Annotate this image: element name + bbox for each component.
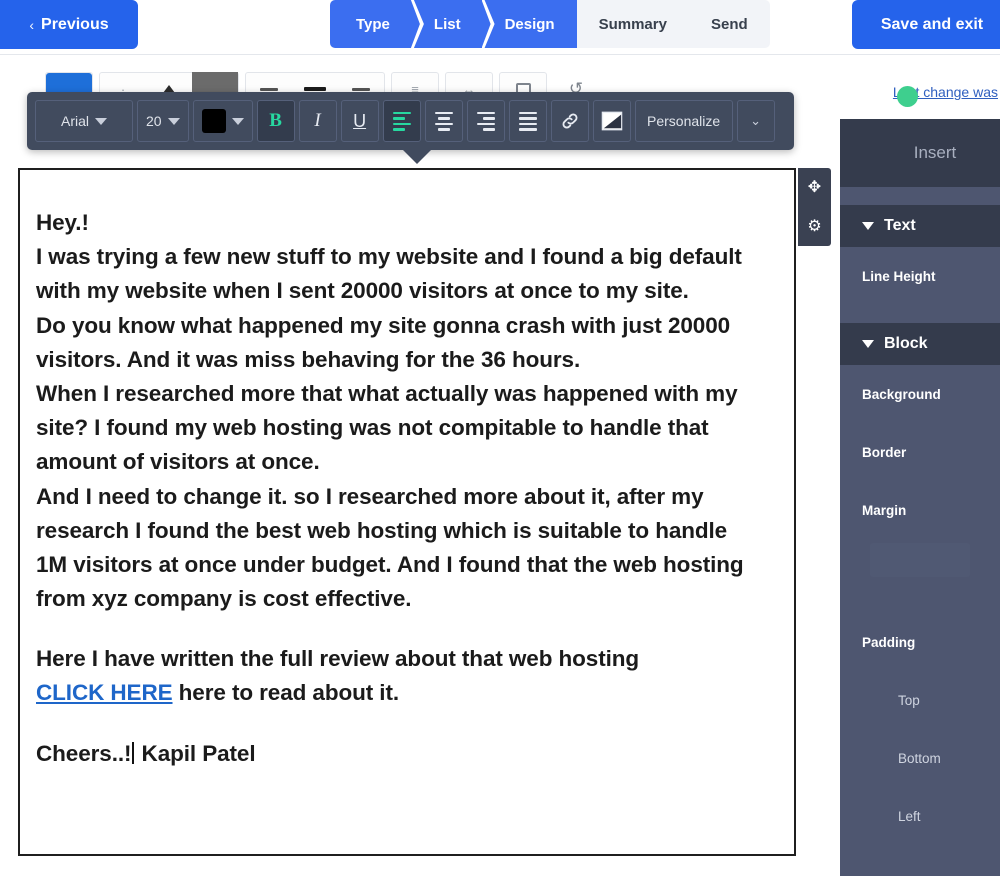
margin-control-placeholder[interactable] xyxy=(870,543,970,577)
email-line-review: Here I have written the full review abou… xyxy=(36,646,640,672)
text-color-picker[interactable] xyxy=(192,100,253,142)
block-tools-panel: ✥ ⚙ xyxy=(798,168,831,246)
section-block-header[interactable]: Block xyxy=(840,323,1000,365)
setting-border[interactable]: Border xyxy=(840,423,1000,481)
underline-icon: U xyxy=(353,110,367,131)
font-size-select[interactable]: 20 xyxy=(137,100,189,142)
email-body-text[interactable]: Hey.! I was trying a few new stuff to my… xyxy=(20,170,794,771)
email-line-1: I was trying a few new stuff to my websi… xyxy=(36,244,742,304)
right-settings-sidebar: Insert Text Line Height Block Background… xyxy=(840,119,1000,876)
email-line-4: And I need to change it. so I researched… xyxy=(36,483,744,612)
align-justify-icon xyxy=(518,111,537,131)
email-line-cta: CLICK HERE here to read about it. xyxy=(36,676,758,710)
underline-button[interactable]: U xyxy=(340,100,379,142)
step-summary[interactable]: Summary xyxy=(576,0,689,48)
wizard-steps: Type List Design Summary Send xyxy=(330,0,770,48)
chevron-down-icon xyxy=(862,340,874,348)
section-text-title: Text xyxy=(884,217,916,234)
previous-button-label: Previous xyxy=(41,15,109,33)
step-send-label: Send xyxy=(710,15,748,33)
link-icon xyxy=(562,113,578,129)
save-and-exit-label: Save and exit xyxy=(880,15,984,33)
chevron-down-icon xyxy=(231,117,244,125)
chevron-down-icon xyxy=(167,117,180,125)
email-line-3: When I researched more that what actuall… xyxy=(36,380,738,475)
section-text-header[interactable]: Text xyxy=(840,205,1000,247)
step-send[interactable]: Send xyxy=(688,0,770,48)
align-center-icon xyxy=(434,111,453,131)
signature-before: Cheers..! xyxy=(36,740,132,766)
block-settings-gear-icon[interactable]: ⚙ xyxy=(807,218,821,235)
cta-tail-text: here to read about it. xyxy=(172,680,399,706)
chevron-down-icon xyxy=(862,222,874,230)
chevron-left-icon: ‹ xyxy=(29,16,35,33)
setting-line-height[interactable]: Line Height xyxy=(840,247,1000,305)
bold-button[interactable]: B xyxy=(256,100,295,142)
setting-padding-top[interactable]: Top xyxy=(840,671,1000,729)
save-and-exit-button[interactable]: Save and exit xyxy=(852,0,1000,49)
step-design-label: Design xyxy=(504,15,555,33)
app-root: ‹ Previous Type List Design Summary Send… xyxy=(0,0,1000,876)
email-content-block[interactable]: Hey.! I was trying a few new stuff to my… xyxy=(18,168,796,856)
personalize-button[interactable]: Personalize xyxy=(634,100,733,142)
align-left-icon xyxy=(260,87,278,91)
image-icon xyxy=(601,111,622,131)
sidebar-tabs: Insert xyxy=(840,119,1000,187)
color-swatch-icon xyxy=(201,109,226,133)
align-center-icon xyxy=(304,87,326,91)
section-block-title: Block xyxy=(884,335,928,352)
bold-icon: B xyxy=(269,110,282,131)
font-family-select[interactable]: Arial xyxy=(35,100,133,142)
step-design[interactable]: Design xyxy=(482,0,577,48)
chevron-down-icon: ⌄ xyxy=(750,113,762,128)
personalize-label: Personalize xyxy=(647,113,721,129)
align-justify-button[interactable] xyxy=(508,100,547,142)
email-line-2: Do you know what happened my site gonna … xyxy=(36,312,731,372)
font-size-value: 20 xyxy=(146,113,162,129)
rich-text-format-toolbar: Arial 20 B I U Personalize ⌄ xyxy=(27,92,794,164)
tab-insert[interactable]: Insert xyxy=(884,143,957,163)
align-right-icon xyxy=(352,87,370,91)
step-list-label: List xyxy=(433,15,461,33)
signature-after: Kapil Patel xyxy=(135,740,256,766)
insert-image-button[interactable] xyxy=(592,100,631,142)
setting-padding-bottom[interactable]: Bottom xyxy=(840,729,1000,787)
step-type-label: Type xyxy=(356,15,390,33)
step-type[interactable]: Type xyxy=(330,0,412,48)
setting-margin[interactable]: Margin xyxy=(840,481,1000,539)
align-left-icon xyxy=(392,111,411,131)
email-line-greeting: Hey.! xyxy=(36,210,89,235)
move-block-icon[interactable]: ✥ xyxy=(808,179,821,196)
click-here-link[interactable]: CLICK HERE xyxy=(36,680,173,705)
insert-link-button[interactable] xyxy=(550,100,589,142)
italic-icon: I xyxy=(314,110,321,131)
email-line-signature: Cheers..! Kapil Patel xyxy=(36,737,758,771)
step-summary-label: Summary xyxy=(598,15,667,33)
align-right-button[interactable] xyxy=(466,100,505,142)
top-navigation-bar: ‹ Previous Type List Design Summary Send… xyxy=(0,0,1000,55)
font-family-value: Arial xyxy=(60,113,89,129)
more-options-button[interactable]: ⌄ xyxy=(736,100,775,142)
previous-button[interactable]: ‹ Previous xyxy=(0,0,138,49)
align-right-icon xyxy=(476,111,495,131)
italic-button[interactable]: I xyxy=(298,100,337,142)
setting-padding[interactable]: Padding xyxy=(840,613,1000,671)
setting-background[interactable]: Background xyxy=(840,365,1000,423)
align-center-button[interactable] xyxy=(424,100,463,142)
step-list[interactable]: List xyxy=(411,0,483,48)
mouse-cursor-indicator xyxy=(897,86,918,107)
setting-padding-left[interactable]: Left xyxy=(840,787,1000,845)
align-left-button[interactable] xyxy=(382,100,421,142)
chevron-down-icon xyxy=(95,117,107,125)
